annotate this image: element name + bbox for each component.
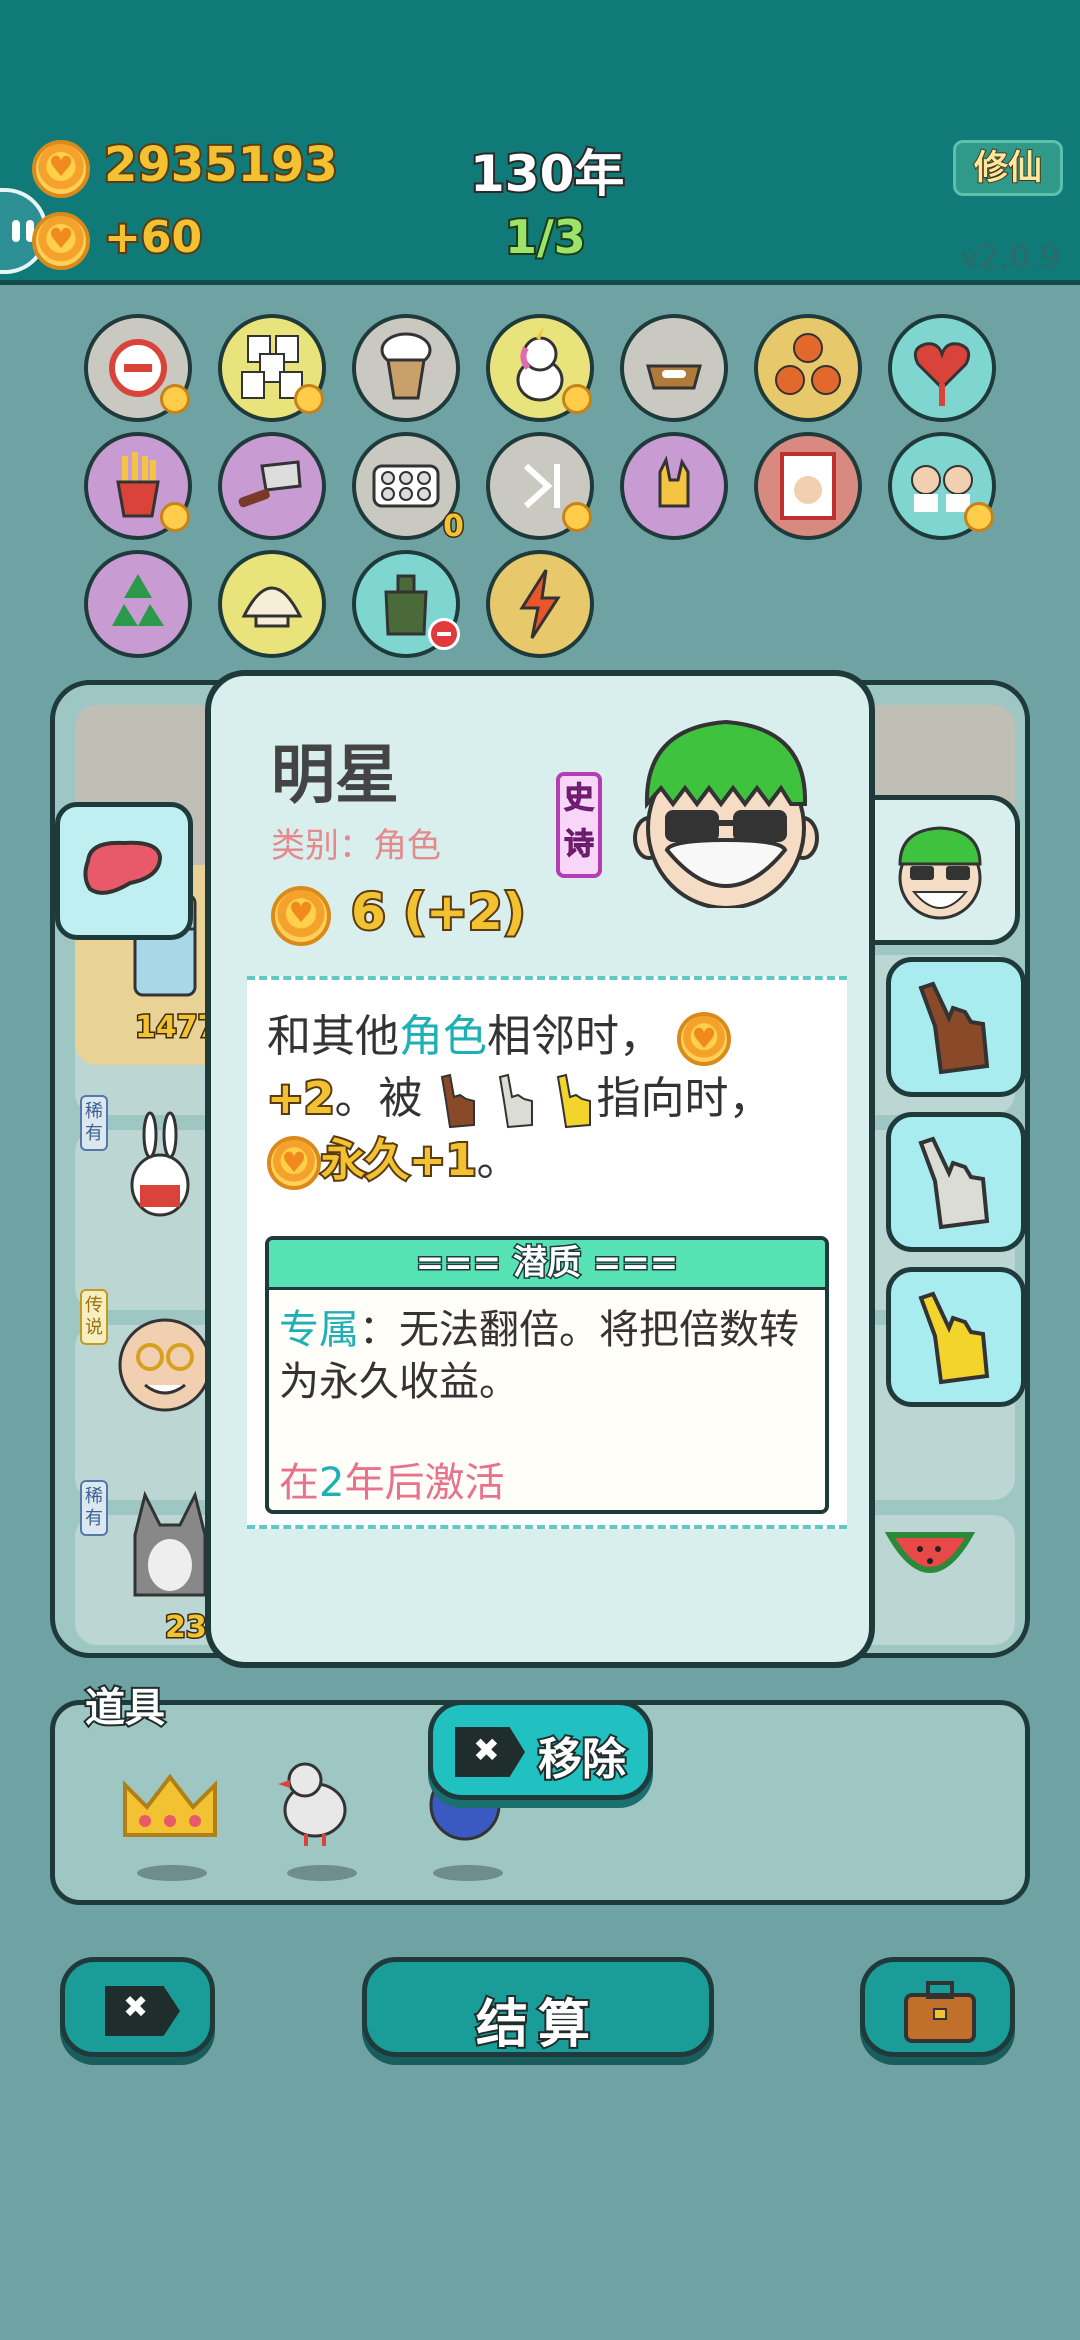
close-icon xyxy=(455,1727,525,1777)
card-value: 6 (+2) xyxy=(349,881,528,943)
cleaver-icon[interactable] xyxy=(218,432,326,540)
coins-total: 2935193 xyxy=(102,135,340,195)
rabbit-icon[interactable] xyxy=(110,1105,210,1225)
crown-icon[interactable] xyxy=(115,1765,225,1845)
remove-button[interactable]: 移除 xyxy=(428,1700,653,1800)
coins-per-round: +60 xyxy=(102,210,204,265)
bag-icon[interactable] xyxy=(352,550,460,658)
lightning-icon[interactable] xyxy=(486,550,594,658)
rarity-tag-rare: 稀有 xyxy=(80,1095,108,1151)
white-hand-button[interactable] xyxy=(886,1112,1026,1252)
potential-box: === 潜质 === 专属：无法翻倍。将把倍数转为永久收益。 在2年后激活 xyxy=(265,1236,829,1514)
shadow xyxy=(287,1865,357,1881)
inventory-button[interactable] xyxy=(860,1957,1015,2057)
activate-text: 在 xyxy=(279,1460,319,1506)
desc-keyword: 角色 xyxy=(399,1011,487,1062)
coin-icon xyxy=(271,886,331,946)
xiuxian-mode-button[interactable]: 修仙 xyxy=(953,140,1063,196)
coin-icon xyxy=(32,140,90,198)
time-cover-icon[interactable] xyxy=(754,432,862,540)
rock-hand-icon[interactable] xyxy=(620,432,728,540)
desc-bonus: +2 xyxy=(265,1071,337,1126)
desc-text: 指向时， xyxy=(596,1073,773,1124)
desc-line-3: 永久+1。 xyxy=(267,1124,520,1190)
desc-text: 。 xyxy=(476,1135,521,1186)
rarity-tag-rare: 稀有 xyxy=(80,1480,108,1536)
husky-count: 23 xyxy=(164,1609,209,1647)
potential-key: 专属 xyxy=(279,1307,359,1353)
rarity-tag-epic: 史诗 xyxy=(556,772,602,878)
bird-icon[interactable] xyxy=(270,1750,360,1850)
egg-tray-count: 0 xyxy=(442,508,466,546)
desc-text: 和其他 xyxy=(267,1011,399,1062)
brown-hand-button[interactable] xyxy=(886,957,1026,1097)
card-description: 和其他角色相邻时， +2。被 指向时， 永久+1。 === 潜质 === 专属：… xyxy=(247,976,847,1529)
version-label: v2.0.9 xyxy=(960,238,1061,276)
shadow xyxy=(137,1865,207,1881)
round-counter: 1/3 xyxy=(503,208,588,266)
old-man-icon[interactable] xyxy=(110,1305,220,1425)
desc-line-2: +2。被 指向时， xyxy=(265,1062,773,1129)
coin-rate-icon xyxy=(32,212,90,270)
close-icon xyxy=(105,1986,180,2036)
unicorn-icon[interactable] xyxy=(486,314,594,422)
yellow-hand-icon xyxy=(557,1073,592,1129)
watermelon-icon[interactable] xyxy=(880,1515,980,1595)
recycle-icon[interactable] xyxy=(84,550,192,658)
liver-item-button[interactable] xyxy=(55,802,193,940)
heart-bag-icon[interactable] xyxy=(888,314,996,422)
activate-years: 2 xyxy=(319,1460,345,1506)
card-type: 类别：角色 xyxy=(271,826,441,866)
character-tab[interactable] xyxy=(870,795,1020,945)
fries-icon[interactable] xyxy=(84,432,192,540)
shadow xyxy=(433,1865,503,1881)
rarity-tag-legend: 传说 xyxy=(80,1289,108,1345)
top-bar: 2935193 +60 130年 1/3 修仙 v2.0.9 xyxy=(0,0,1080,285)
potential-text: 专属：无法翻倍。将把倍数转为永久收益。 xyxy=(279,1304,819,1408)
coin-icon xyxy=(267,1136,321,1190)
activate-text: 年后激活 xyxy=(344,1460,505,1506)
item-detail-card: 明星 类别：角色 6 (+2) 史诗 和其他角色相邻时， +2。被 指向时， 永… xyxy=(205,670,875,1668)
bubble-tea-icon[interactable] xyxy=(352,314,460,422)
skip-icon[interactable] xyxy=(486,432,594,540)
desc-text: 相邻时， xyxy=(487,1011,663,1062)
props-label: 道具 xyxy=(83,1683,167,1733)
year-counter: 130年 xyxy=(468,143,626,205)
activate-note: 在2年后激活 xyxy=(279,1450,504,1508)
white-hand-icon xyxy=(499,1073,534,1129)
basketballs-icon[interactable] xyxy=(754,314,862,422)
desc-bonus: 永久+1 xyxy=(319,1133,478,1188)
wang-tiles-icon[interactable] xyxy=(218,314,326,422)
shell-icon[interactable] xyxy=(218,550,326,658)
star-character-icon xyxy=(633,719,819,908)
potential-header: === 潜质 === xyxy=(269,1240,825,1290)
dog-bowl-icon[interactable] xyxy=(620,314,728,422)
twins-icon[interactable] xyxy=(888,432,996,540)
settle-label: 结算 xyxy=(474,1993,600,2057)
card-title: 明星 xyxy=(271,739,399,813)
desc-line-1: 和其他角色相邻时， xyxy=(267,1000,731,1066)
yellow-hand-button[interactable] xyxy=(886,1267,1026,1407)
briefcase-icon xyxy=(904,1981,976,2043)
brown-hand-icon xyxy=(441,1073,476,1129)
coin-icon xyxy=(677,1012,731,1066)
discard-button[interactable] xyxy=(60,1957,215,2057)
egg-tray-icon[interactable]: 0 xyxy=(352,432,465,546)
minus-sign-icon[interactable] xyxy=(84,314,192,422)
remove-label: 移除 xyxy=(536,1732,628,1787)
settle-button[interactable]: 结算 xyxy=(362,1957,714,2057)
desc-text: 。被 xyxy=(334,1073,423,1124)
